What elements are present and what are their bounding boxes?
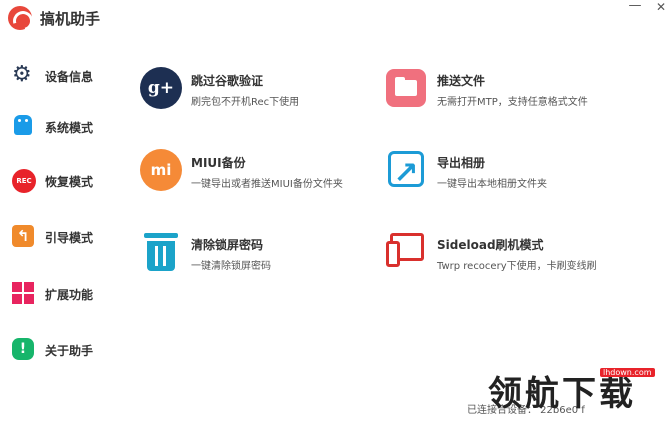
- rec-icon: REC: [12, 169, 36, 193]
- sidebar-item-label: 扩展功能: [45, 288, 94, 302]
- tile-description: 一键清除锁屏密码: [191, 261, 271, 272]
- sidebar-item-label: 系统模式: [45, 121, 94, 135]
- tile-title: 推送文件: [437, 74, 486, 88]
- clear-lock-password-tile[interactable]: 清除锁屏密码 一键清除锁屏密码: [140, 231, 370, 281]
- android-icon: [14, 115, 32, 135]
- sidebar-item-label: 关于助手: [45, 344, 94, 358]
- sidebar: ⚙ 设备信息 系统模式 REC 恢复模式 ↰ 引导模式 扩展功能 ! 关于助手: [0, 46, 130, 376]
- tile-title: MIUI备份: [191, 156, 246, 170]
- grid-icon: [12, 282, 34, 304]
- tile-title: Sideload刷机模式: [437, 238, 544, 252]
- sidebar-item-bootloader-mode[interactable]: ↰ 引导模式: [0, 217, 130, 257]
- folder-icon: [386, 69, 426, 107]
- tile-title: 导出相册: [437, 156, 486, 170]
- export-icon: ↗: [388, 151, 424, 191]
- watermark-url: lhdown.com: [600, 368, 655, 377]
- return-arrow-icon: ↰: [12, 225, 34, 247]
- sidebar-item-about[interactable]: ! 关于助手: [0, 330, 130, 370]
- tile-description: 刷完包不开机Rec下使用: [191, 97, 300, 108]
- close-button[interactable]: ✕: [648, 0, 671, 20]
- sidebar-item-extensions[interactable]: 扩展功能: [0, 274, 130, 314]
- sideload-flash-tile[interactable]: Sideload刷机模式 Twrp recocery下使用，卡刷变线刷: [386, 231, 616, 281]
- app-logo-icon: [8, 6, 32, 30]
- gear-icon: ⚙: [12, 62, 32, 87]
- tile-title: 跳过谷歌验证: [191, 74, 264, 88]
- sidebar-item-system-mode[interactable]: 系统模式: [0, 107, 130, 147]
- push-file-tile[interactable]: 推送文件 无需打开MTP，支持任意格式文件: [386, 67, 616, 117]
- tile-description: 一键导出本地相册文件夹: [437, 179, 547, 190]
- skip-google-verify-tile[interactable]: g+ 跳过谷歌验证 刷完包不开机Rec下使用: [140, 67, 370, 117]
- sidebar-item-label: 引导模式: [45, 231, 94, 245]
- sidebar-item-device-info[interactable]: ⚙ 设备信息: [0, 56, 130, 96]
- app-title: 搞机助手: [40, 10, 101, 28]
- tile-title: 清除锁屏密码: [191, 238, 264, 252]
- export-album-tile[interactable]: ↗ 导出相册 一键导出本地相册文件夹: [386, 149, 616, 199]
- sidebar-item-label: 恢复模式: [45, 175, 94, 189]
- tile-description: 一键导出或者推送MIUI备份文件夹: [191, 179, 343, 190]
- sidebar-item-recovery-mode[interactable]: REC 恢复模式: [0, 161, 130, 201]
- devices-icon: [386, 231, 428, 271]
- miui-backup-tile[interactable]: mi MIUI备份 一键导出或者推送MIUI备份文件夹: [140, 149, 370, 199]
- minimize-button[interactable]: —: [622, 0, 648, 20]
- tile-description: Twrp recocery下使用，卡刷变线刷: [437, 261, 597, 272]
- title-bar: 搞机助手 — ✕: [0, 0, 671, 36]
- trash-icon: [144, 231, 178, 271]
- mi-icon: mi: [140, 149, 182, 191]
- sidebar-item-label: 设备信息: [45, 70, 94, 84]
- info-icon: !: [12, 338, 34, 360]
- google-plus-icon: g+: [140, 67, 182, 109]
- tile-description: 无需打开MTP，支持任意格式文件: [437, 97, 588, 108]
